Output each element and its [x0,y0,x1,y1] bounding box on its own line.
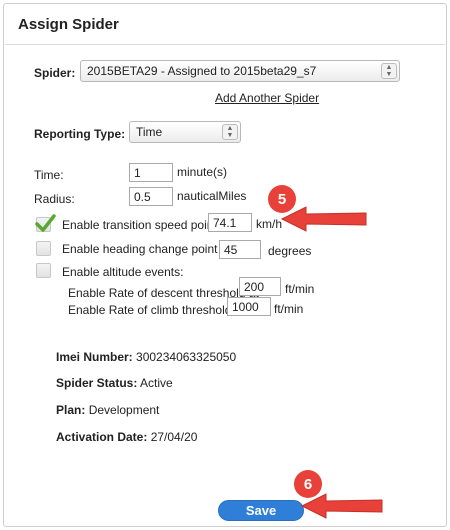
transition-speed-checkbox[interactable] [35,214,56,232]
heading-change-input[interactable] [219,240,261,259]
imei-row: Imei Number: 300234063325050 [56,350,236,364]
imei-label: Imei Number: [56,350,133,364]
checkmark-icon [35,214,56,232]
heading-change-label: Enable heading change point at [62,242,231,256]
heading-change-checkbox[interactable] [36,241,51,256]
select-arrows-icon: ▲ ▼ [222,124,238,140]
climb-threshold-unit: ft/min [274,302,304,316]
spider-label: Spider: [34,66,76,80]
activation-row: Activation Date: 27/04/20 [56,430,197,444]
annotation-arrow-6-icon [300,493,383,519]
time-input[interactable] [129,163,173,182]
plan-row: Plan: Development [56,403,159,417]
activation-value: 27/04/20 [150,430,198,444]
climb-threshold-label: Enable Rate of climb threshold at [68,303,245,317]
plan-label: Plan: [56,403,86,417]
altitude-events-label: Enable altitude events: [62,265,184,279]
descent-threshold-unit: ft/min [285,282,315,296]
select-arrows-icon: ▲ ▼ [381,63,397,79]
title-divider [5,44,445,45]
assign-spider-panel: Assign Spider Spider: 2015BETA29 - Assig… [3,3,447,527]
time-unit: minute(s) [177,165,228,179]
spider-select-value: 2015BETA29 - Assigned to 2015beta29_s7 [87,64,317,78]
heading-change-unit: degrees [268,244,312,258]
status-value: Active [140,376,173,390]
save-button[interactable]: Save [218,500,304,521]
time-label: Time: [34,168,64,182]
radius-input[interactable] [129,187,173,206]
reporting-type-value: Time [136,125,163,139]
radius-unit: nauticalMiles [177,189,247,203]
add-another-spider-link[interactable]: Add Another Spider [215,91,319,105]
radius-label: Radius: [34,192,75,206]
status-row: Spider Status: Active [56,376,173,390]
transition-speed-label: Enable transition speed point at [62,218,231,232]
transition-speed-input[interactable] [208,213,252,232]
transition-speed-unit: km/h [256,217,283,231]
activation-label: Activation Date: [56,430,148,444]
spider-select[interactable]: 2015BETA29 - Assigned to 2015beta29_s7 ▲… [80,60,400,82]
reporting-type-label: Reporting Type: [34,127,126,141]
annotation-arrow-5-icon [280,206,367,232]
page-title: Assign Spider [18,16,119,33]
reporting-type-select[interactable]: Time ▲ ▼ [129,121,241,143]
descent-threshold-input[interactable] [239,277,281,296]
status-label: Spider Status: [56,376,138,390]
altitude-events-checkbox[interactable] [36,263,51,278]
imei-value: 300234063325050 [136,350,237,364]
plan-value: Development [88,403,160,417]
climb-threshold-input[interactable] [227,297,271,316]
